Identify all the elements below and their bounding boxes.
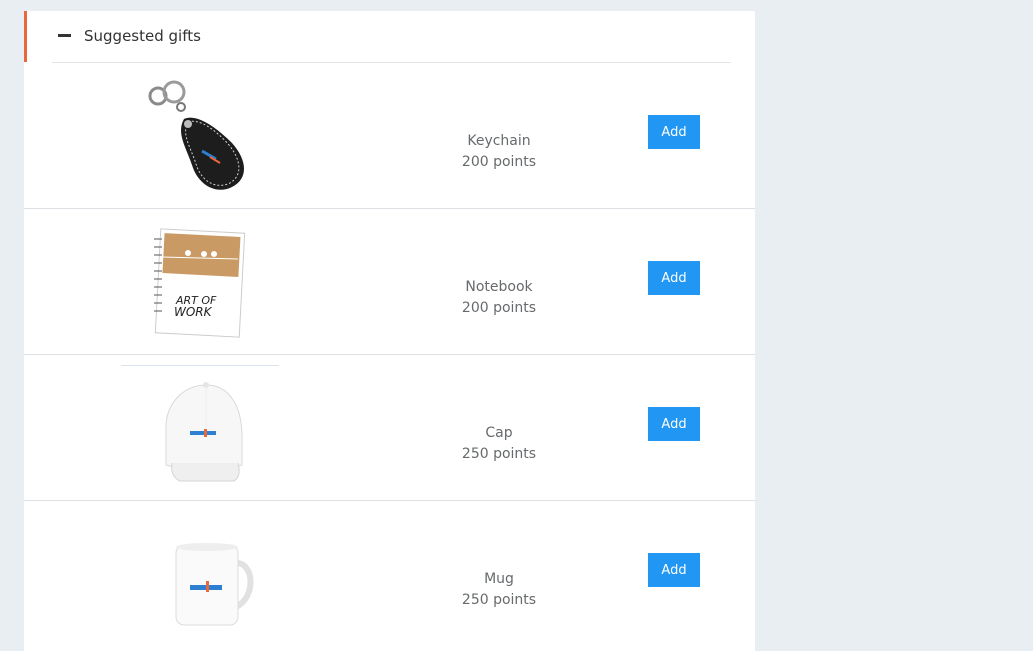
notebook-cover-text: WORK [174,305,213,319]
gift-points: 200 points [461,300,537,316]
gift-info: Notebook 200 points [414,277,584,319]
add-mug-button[interactable]: Add [648,553,700,587]
gift-name: Mug [484,571,514,587]
gift-list: Keychain 200 points Add ART OF WORK Note… [24,63,755,646]
panel-header[interactable]: Suggested gifts [24,11,755,62]
gift-points: 200 points [461,154,537,170]
mug-image [175,543,254,626]
gift-info: Keychain 200 points [414,131,584,173]
add-keychain-button[interactable]: Add [648,115,700,149]
suggested-gifts-panel: Suggested gifts Keychain 200 points Add [24,11,755,651]
gift-row: Keychain 200 points Add [24,63,755,209]
gift-name: Notebook [465,279,533,295]
add-cap-button[interactable]: Add [648,407,700,441]
gift-row: Mug 250 points Add [24,501,755,646]
panel-title: Suggested gifts [84,27,201,45]
gift-row: Cap 250 points Add [24,355,755,501]
cap-image [165,382,243,482]
add-notebook-button[interactable]: Add [648,261,700,295]
divider [121,365,279,366]
notebook-image: ART OF WORK [154,228,246,338]
gift-points: 250 points [461,446,537,462]
gift-row: ART OF WORK Notebook 200 points Add [24,209,755,355]
gift-name: Keychain [467,133,531,149]
gift-name: Cap [485,425,513,441]
keychain-image [148,80,244,190]
gift-info: Cap 250 points [414,423,584,465]
gift-info: Mug 250 points [414,569,584,611]
gift-points: 250 points [461,592,537,608]
minus-icon[interactable] [58,34,71,37]
